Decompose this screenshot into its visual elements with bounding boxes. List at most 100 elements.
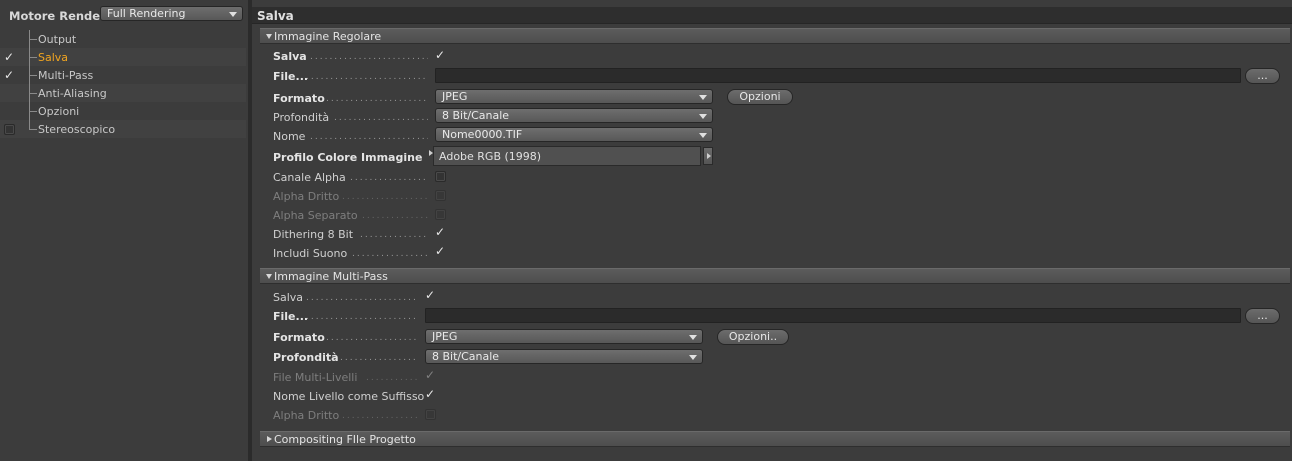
sidebar-item-stereoscopico[interactable]: Stereoscopico [0, 120, 246, 138]
color-profile-label: Profilo Colore Immagine [273, 151, 423, 164]
mp-save-checkbox[interactable]: ✓ [425, 289, 435, 301]
checkmark-icon[interactable]: ✓ [4, 51, 14, 63]
sidebar-item-multipass[interactable]: ✓ Multi-Pass [0, 66, 246, 84]
sidebar-item-opzioni[interactable]: Opzioni [0, 102, 246, 120]
separate-alpha-checkbox[interactable] [435, 209, 446, 220]
render-engine-dropdown[interactable]: Full Rendering [100, 6, 243, 21]
mp-straight-alpha-checkbox[interactable] [425, 409, 436, 420]
tree-connector [29, 129, 37, 130]
label-leader: ........... [366, 373, 418, 383]
multilayer-label: File Multi-Livelli [273, 371, 358, 384]
layer-suffix-checkbox[interactable]: ✓ [425, 388, 435, 400]
color-profile-field[interactable]: Adobe RGB (1998) [433, 146, 701, 166]
settings-panel: Salva Immagine Regolare Salva ..........… [252, 0, 1292, 461]
sidebar-item-label: Salva [38, 51, 69, 64]
chevron-down-icon [699, 133, 707, 138]
mp-file-path-input[interactable] [425, 308, 1241, 323]
tree-connector [29, 111, 37, 112]
dithering-checkbox[interactable]: ✓ [435, 226, 445, 238]
mp-file-label: File... [273, 310, 309, 323]
section-regular-image[interactable]: Immagine Regolare [260, 28, 1290, 44]
triangle-right-icon [267, 436, 272, 442]
format-value: JPEG [442, 90, 468, 103]
panel-title-bar [252, 7, 1292, 24]
stereoscopico-checkbox[interactable] [4, 124, 15, 135]
file-path-input[interactable] [435, 68, 1241, 83]
section-title: Compositing FIle Progetto [274, 433, 416, 446]
file-label: File... [273, 70, 309, 83]
separate-alpha-label: Alpha Separato [273, 209, 358, 222]
label-leader: ................ [342, 411, 418, 421]
alpha-channel-label: Canale Alpha [273, 171, 346, 184]
label-leader: ......................... [310, 52, 428, 62]
section-multipass-image[interactable]: Immagine Multi-Pass [260, 268, 1290, 284]
browse-file-button[interactable]: ... [1245, 68, 1280, 84]
name-dropdown[interactable]: Nome0000.TIF [435, 127, 713, 142]
mp-format-options-button[interactable]: Opzioni.. [717, 329, 789, 345]
sidebar-item-output[interactable]: Output [0, 30, 246, 48]
section-title: Immagine Multi-Pass [274, 270, 388, 283]
mp-straight-alpha-label: Alpha Dritto [273, 409, 340, 422]
mp-format-label: Formato [273, 331, 325, 344]
chevron-down-icon [689, 335, 697, 340]
tree-connector [29, 93, 37, 94]
label-leader: ................... [326, 333, 418, 343]
label-leader: ................ [352, 249, 428, 259]
mp-format-dropdown[interactable]: JPEG [425, 329, 703, 344]
section-title: Immagine Regolare [274, 30, 382, 43]
chevron-right-icon [707, 153, 711, 159]
mp-save-label: Salva [273, 291, 304, 304]
chevron-down-icon [229, 12, 237, 17]
tree-connector [29, 120, 30, 129]
depth-value: 8 Bit/Canale [442, 109, 510, 122]
label-leader: ................... [342, 192, 428, 202]
section-compositing-project-file[interactable]: Compositing FIle Progetto [260, 431, 1290, 447]
triangle-down-icon [266, 274, 272, 279]
depth-label: Profondità [273, 111, 330, 124]
sidebar-item-label: Stereoscopico [38, 123, 116, 136]
label-leader: ................. [350, 173, 428, 183]
label-leader: ................ [340, 353, 418, 363]
mp-browse-file-button[interactable]: ... [1245, 308, 1280, 324]
color-profile-value: Adobe RGB (1998) [439, 150, 542, 163]
layer-suffix-label: Nome Livello come Suffisso [273, 390, 425, 403]
chevron-down-icon [689, 355, 697, 360]
sidebar-item-salva[interactable]: ✓ Salva [0, 48, 246, 66]
tree-connector [29, 75, 37, 76]
color-profile-menu-button[interactable] [703, 147, 713, 165]
tree-connector [29, 39, 37, 40]
mp-format-value: JPEG [432, 330, 458, 343]
label-leader: ..................... [334, 113, 428, 123]
sidebar-item-label: Opzioni [38, 105, 80, 118]
label-leader: ......................... [310, 132, 428, 142]
label-leader: ....................... [306, 293, 418, 303]
mp-depth-label: Profondità [273, 351, 339, 364]
render-settings-sidebar: Motore Render Full Rendering Output ✓ Sa… [0, 0, 248, 461]
sidebar-item-label: Anti-Aliasing [38, 87, 107, 100]
label-leader: .............. [362, 211, 428, 221]
include-sound-label: Includi Suono [273, 247, 348, 260]
name-value: Nome0000.TIF [442, 128, 523, 141]
chevron-down-icon [699, 114, 707, 119]
render-engine-label: Motore Render [9, 9, 106, 23]
straight-alpha-checkbox[interactable] [435, 190, 446, 201]
chevron-down-icon [699, 95, 707, 100]
include-sound-checkbox[interactable]: ✓ [435, 245, 445, 257]
depth-dropdown[interactable]: 8 Bit/Canale [435, 108, 713, 123]
mp-depth-dropdown[interactable]: 8 Bit/Canale [425, 349, 703, 364]
name-label: Nome [273, 130, 306, 143]
label-leader: .............. [360, 230, 428, 240]
label-leader: ....................... [326, 94, 428, 104]
render-engine-value: Full Rendering [107, 7, 186, 20]
page-title: Salva [257, 9, 294, 23]
multilayer-checkbox[interactable]: ✓ [425, 369, 435, 381]
format-options-button[interactable]: Opzioni [727, 89, 793, 105]
save-label: Salva [273, 50, 307, 63]
alpha-channel-checkbox[interactable] [435, 171, 446, 182]
checkmark-icon[interactable]: ✓ [4, 69, 14, 81]
label-leader: ....................... [306, 312, 418, 322]
save-checkbox[interactable]: ✓ [435, 49, 445, 61]
sidebar-item-anti-aliasing[interactable]: Anti-Aliasing [0, 84, 246, 102]
sidebar-item-label: Output [38, 33, 77, 46]
format-dropdown[interactable]: JPEG [435, 89, 713, 104]
